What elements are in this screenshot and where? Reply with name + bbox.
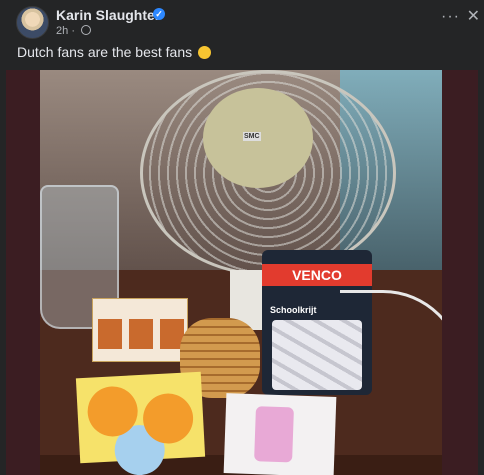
more-icon[interactable]: ···	[441, 8, 460, 26]
candy-box	[92, 298, 188, 362]
author-name[interactable]: Karin Slaughter	[56, 7, 160, 23]
venco-logo: VENCO	[262, 264, 372, 286]
post-photo[interactable]: SMC VENCO Schoolkrijt	[6, 70, 478, 475]
venco-product-label: Schoolkrijt	[270, 305, 317, 315]
sunflower-card	[75, 371, 206, 464]
post-meta: 2h ·	[56, 25, 92, 37]
smiling-face-emoji-icon	[198, 46, 211, 59]
post-caption: Dutch fans are the best fans	[17, 44, 211, 60]
caption-text: Dutch fans are the best fans	[17, 44, 193, 60]
fan-brand-label: SMC	[243, 132, 261, 141]
meta-separator: ·	[71, 25, 75, 37]
verified-badge-icon: ✓	[153, 8, 165, 20]
globe-icon	[81, 25, 92, 35]
jar-card	[223, 393, 337, 475]
author-avatar[interactable]	[16, 6, 49, 39]
post-header: Karin Slaughter ✓ 2h · ··· ✕	[16, 6, 480, 39]
power-cable	[340, 290, 442, 475]
post-timestamp[interactable]: 2h	[56, 25, 68, 37]
close-icon[interactable]: ✕	[467, 6, 480, 26]
photo-content: SMC VENCO Schoolkrijt	[40, 70, 442, 475]
